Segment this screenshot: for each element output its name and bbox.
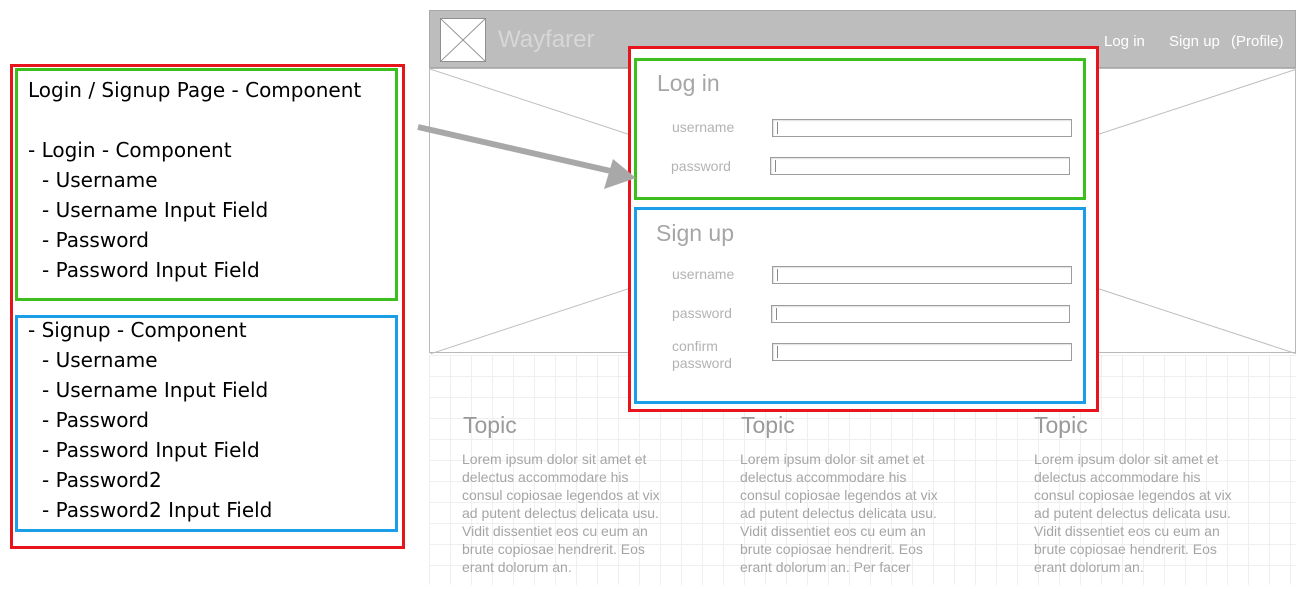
topic-body: Lorem ipsum dolor sit amet et delectus ac… <box>1034 451 1232 575</box>
topic-body: Lorem ipsum dolor sit amet et delectus ac… <box>462 451 660 575</box>
signup-username-label: username <box>672 266 735 282</box>
signup-password-input[interactable] <box>771 305 1070 323</box>
login-password-label: password <box>671 158 731 174</box>
signup-confirm-password-input[interactable] <box>772 343 1072 361</box>
annotation-line: - Username Input Field <box>42 378 269 402</box>
topic-title: Topic <box>741 412 795 438</box>
login-username-label: username <box>672 119 735 135</box>
signup-confirm-label: confirm password <box>672 338 732 371</box>
annotation-line: - Password Input Field <box>42 258 260 282</box>
annotation-line: - Password <box>42 228 149 252</box>
annotation-line: - Password2 <box>42 468 162 492</box>
signup-username-input[interactable] <box>772 266 1072 284</box>
brand-name[interactable]: Wayfarer <box>498 26 594 54</box>
arrow-icon <box>417 124 636 189</box>
login-username-input[interactable] <box>772 119 1072 137</box>
login-password-input[interactable] <box>770 157 1070 175</box>
signup-password-label: password <box>672 305 732 321</box>
annotation-line: - Username <box>42 168 158 192</box>
login-title: Log in <box>657 70 720 96</box>
nav-profile-link[interactable]: (Profile) <box>1231 33 1284 50</box>
annotation-line: - Password <box>42 408 149 432</box>
annotation-line: - Login - Component <box>28 138 232 162</box>
logo-placeholder[interactable] <box>440 18 486 62</box>
nav-signup-link[interactable]: Sign up <box>1169 33 1220 50</box>
signup-title: Sign up <box>656 220 735 246</box>
topic-title: Topic <box>1034 412 1088 438</box>
annotation-line: - Username <box>42 348 158 372</box>
nav-login-link[interactable]: Log in <box>1104 33 1145 50</box>
image-placeholder-icon <box>441 19 485 61</box>
topic-body: Lorem ipsum dolor sit amet et delectus ac… <box>740 451 938 575</box>
annotation-line: Login / Signup Page - Component <box>28 78 362 102</box>
topic-title: Topic <box>463 412 517 438</box>
annotation-line: - Password Input Field <box>42 438 260 462</box>
annotation-line: - Username Input Field <box>42 198 269 222</box>
annotation-line: - Password2 Input Field <box>42 498 273 522</box>
annotation-line: - Signup - Component <box>28 318 247 342</box>
